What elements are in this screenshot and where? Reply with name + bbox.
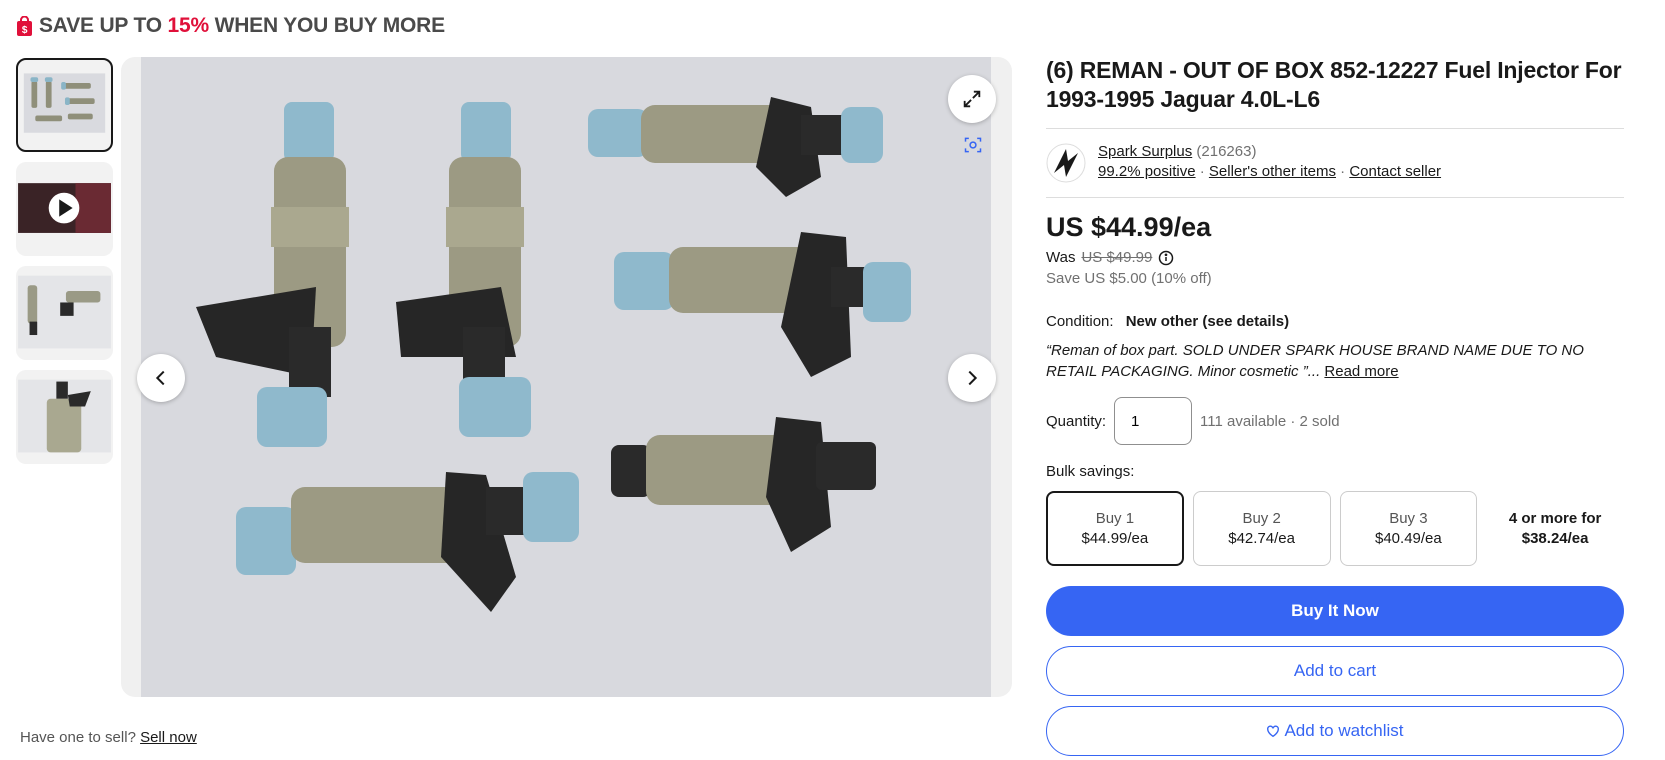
bulk-option-qty: Buy 3: [1389, 509, 1428, 527]
divider: [1046, 197, 1624, 198]
heart-icon: [1267, 725, 1280, 738]
shopping-bag-icon: $: [17, 16, 32, 36]
expand-icon: [963, 90, 981, 108]
was-label: Was: [1046, 249, 1076, 266]
bulk-option-3[interactable]: Buy 3 $40.49/ea: [1339, 491, 1478, 566]
bulk-option-more: 4 or more for $38.24/ea: [1486, 491, 1624, 566]
chevron-right-icon: [968, 370, 978, 386]
condition-value: New other (see details): [1125, 313, 1290, 330]
bulk-option-price: $44.99/ea: [1081, 529, 1149, 547]
promo-suffix: WHEN YOU BUY MORE: [208, 14, 446, 37]
seller-positive-link[interactable]: 99.2% positive: [1098, 163, 1196, 180]
divider: [1046, 128, 1624, 129]
condition-row: Condition: New other (see details): [1046, 313, 1624, 330]
visual-search-button[interactable]: [961, 133, 985, 157]
buy-it-now-button[interactable]: Buy It Now: [1046, 586, 1624, 636]
item-price: US $44.99/ea: [1046, 212, 1212, 242]
camera-scan-icon: [964, 137, 982, 153]
seller-info: Spark Surplus (216263) 99.2% positive · …: [1046, 143, 1624, 183]
quantity-input[interactable]: [1114, 397, 1193, 445]
bulk-option-1[interactable]: Buy 1 $44.99/ea: [1046, 491, 1184, 566]
sell-prompt-text: Have one to sell?: [20, 729, 136, 746]
thumbnail-photo-two-injectors[interactable]: [16, 266, 113, 360]
item-title: (6) REMAN - OUT OF BOX 852-12227 Fuel In…: [1046, 57, 1622, 112]
main-product-image[interactable]: [121, 57, 1012, 697]
seller-other-items-link[interactable]: Seller's other items: [1209, 163, 1336, 180]
bulk-savings-options: Buy 1 $44.99/ea Buy 2 $42.74/ea Buy 3 $4…: [1046, 491, 1624, 566]
previous-image-button[interactable]: [137, 354, 185, 402]
savings-text: Save US $5.00 (10% off): [1046, 270, 1212, 287]
chevron-left-icon: [155, 370, 165, 386]
expand-image-button[interactable]: [948, 75, 996, 123]
separator: ·: [1195, 163, 1209, 180]
thumbnail-photo-single-injector[interactable]: [16, 370, 113, 464]
add-to-cart-button[interactable]: Add to cart: [1046, 646, 1624, 696]
next-image-button[interactable]: [948, 354, 996, 402]
was-price-row: Was US $49.99: [1046, 249, 1624, 266]
bulk-option-qty: Buy 2: [1242, 509, 1281, 527]
sell-prompt: Have one to sell? Sell now: [20, 729, 197, 746]
thumbnail-strip: [16, 58, 113, 474]
bulk-option-qty: Buy 1: [1095, 509, 1135, 527]
sell-now-link[interactable]: Sell now: [140, 729, 197, 746]
seller-feedback-count: (216263): [1196, 143, 1257, 160]
promo-percent: 15%: [167, 14, 210, 37]
add-to-watchlist-button[interactable]: Add to watchlist: [1046, 706, 1624, 756]
separator: ·: [1335, 163, 1350, 180]
thumbnail-photo-all-injectors[interactable]: [16, 58, 113, 152]
condition-label: Condition:: [1046, 313, 1114, 330]
condition-description: “Reman of box part. SOLD UNDER SPARK HOU…: [1046, 340, 1624, 382]
quantity-label: Quantity:: [1046, 412, 1107, 430]
seller-logo[interactable]: [1046, 143, 1086, 183]
bulk-option-2[interactable]: Buy 2 $42.74/ea: [1192, 491, 1331, 566]
bulk-more-price: $38.24/ea: [1521, 529, 1589, 547]
was-price: US $49.99: [1081, 249, 1153, 266]
item-details-panel: (6) REMAN - OUT OF BOX 852-12227 Fuel In…: [1046, 56, 1624, 756]
ellipsis: ...: [1307, 363, 1325, 380]
watchlist-label: Add to watchlist: [1284, 721, 1404, 740]
seller-name-link[interactable]: Spark Surplus: [1098, 143, 1192, 160]
bulk-option-price: $40.49/ea: [1375, 529, 1442, 547]
availability-text: 111 available · 2 sold: [1200, 412, 1340, 430]
contact-seller-link[interactable]: Contact seller: [1349, 163, 1441, 180]
thumbnail-video[interactable]: [16, 162, 113, 256]
svg-text:$: $: [22, 25, 28, 36]
promo-banner: $ SAVE UP TO 15% WHEN YOU BUY MORE: [16, 14, 445, 38]
info-icon[interactable]: [1158, 250, 1174, 266]
bulk-savings-label: Bulk savings:: [1046, 463, 1135, 480]
bulk-more-qty: 4 or more for: [1508, 509, 1602, 527]
promo-prefix: SAVE UP TO: [39, 14, 168, 37]
read-more-link[interactable]: Read more: [1324, 363, 1398, 380]
product-photo: [141, 57, 991, 697]
bulk-option-price: $42.74/ea: [1228, 529, 1295, 547]
quantity-row: Quantity: 111 available · 2 sold: [1046, 397, 1624, 445]
